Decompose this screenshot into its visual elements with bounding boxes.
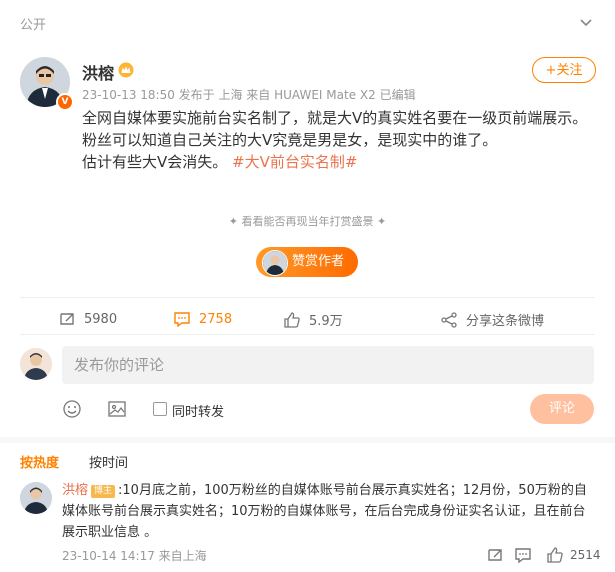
author-badge: 博主 bbox=[91, 485, 116, 498]
sort-by-hot-tab[interactable]: 按热度 bbox=[20, 452, 59, 471]
ticker-text: 看看能否再现当年打赏盛景 bbox=[241, 215, 374, 228]
sparkle-icon: ✦ bbox=[228, 215, 242, 228]
comment-count: 2758 bbox=[199, 311, 233, 327]
sort-by-time-tab[interactable]: 按时间 bbox=[89, 452, 128, 471]
thumbs-up-icon bbox=[284, 311, 300, 328]
reward-ticker: ✦ 看看能否再现当年打赏盛景 ✦ bbox=[0, 213, 615, 229]
repost-count: 5980 bbox=[84, 311, 118, 327]
divider bbox=[20, 297, 595, 298]
sparkle-icon: ✦ bbox=[373, 215, 387, 228]
comment-meta: 23-10-14 14:17 来自上海 bbox=[62, 549, 207, 563]
post-meta: 23-10-13 18:50 发布于 上海 来自 HUAWEI Mate X2 … bbox=[82, 88, 416, 102]
comment-author[interactable]: 洪榕 bbox=[62, 483, 88, 498]
comment-text: :10月底之前，100万粉丝的自媒体账号前台展示真实姓名；12月份，50万粉的自… bbox=[62, 483, 587, 540]
like-count: 5.9万 bbox=[309, 314, 343, 329]
share-action[interactable]: 分享这条微博 bbox=[440, 310, 544, 329]
comment-avatar[interactable] bbox=[20, 482, 52, 514]
repost-action[interactable]: 5980 bbox=[58, 310, 117, 328]
comment-repost-icon[interactable] bbox=[486, 546, 504, 564]
author-name[interactable]: 洪榕 bbox=[82, 60, 114, 84]
share-icon bbox=[441, 311, 457, 328]
divider bbox=[20, 334, 595, 335]
hashtag-link[interactable]: #大V前台实名制# bbox=[232, 153, 357, 171]
post-line-3-text: 估计有些大V会消失。 bbox=[82, 153, 228, 171]
comment-icon bbox=[174, 312, 190, 328]
repost-icon bbox=[60, 313, 74, 325]
comment-body: 洪榕 博主:10月底之前，100万粉丝的自媒体账号前台展示真实姓名；12月份，50… bbox=[62, 480, 596, 543]
comment-action[interactable]: 2758 bbox=[173, 310, 232, 328]
post-line-2: 粉丝可以知道自己关注的大V究竟是男是女，是现实中的谁了。 bbox=[82, 131, 498, 149]
current-user-avatar[interactable] bbox=[20, 348, 52, 380]
comment-reply-icon[interactable] bbox=[514, 546, 532, 564]
visibility-label: 公开 bbox=[20, 18, 47, 33]
follow-button[interactable]: +关注 bbox=[532, 57, 596, 83]
like-action[interactable]: 5.9万 bbox=[283, 310, 343, 329]
post-top-bar bbox=[0, 0, 615, 44]
crown-icon bbox=[118, 62, 134, 78]
tip-avatar bbox=[262, 250, 288, 276]
section-divider bbox=[0, 437, 615, 443]
repost-checkbox[interactable] bbox=[153, 402, 167, 416]
comment-input[interactable]: 发布你的评论 bbox=[62, 346, 594, 384]
post-line-3: 估计有些大V会消失。 #大V前台实名制# bbox=[82, 151, 592, 173]
post-line-1: 全网自媒体要实施前台实名制了，就是大V的真实姓名要在一级页前端展示。 bbox=[82, 109, 588, 127]
submit-comment-button[interactable]: 评论 bbox=[530, 394, 594, 424]
repost-checkbox-label[interactable]: 同时转发 bbox=[172, 401, 224, 420]
image-icon[interactable] bbox=[107, 399, 127, 419]
comment-like-count: 2514 bbox=[570, 548, 601, 562]
share-label: 分享这条微博 bbox=[466, 314, 545, 329]
post-body: 全网自媒体要实施前台实名制了，就是大V的真实姓名要在一级页前端展示。 粉丝可以知… bbox=[82, 107, 592, 173]
verified-v-icon: V bbox=[56, 93, 74, 111]
chevron-down-icon[interactable] bbox=[578, 14, 594, 30]
emoji-icon[interactable] bbox=[62, 399, 82, 419]
comment-like-icon[interactable] bbox=[546, 546, 564, 564]
